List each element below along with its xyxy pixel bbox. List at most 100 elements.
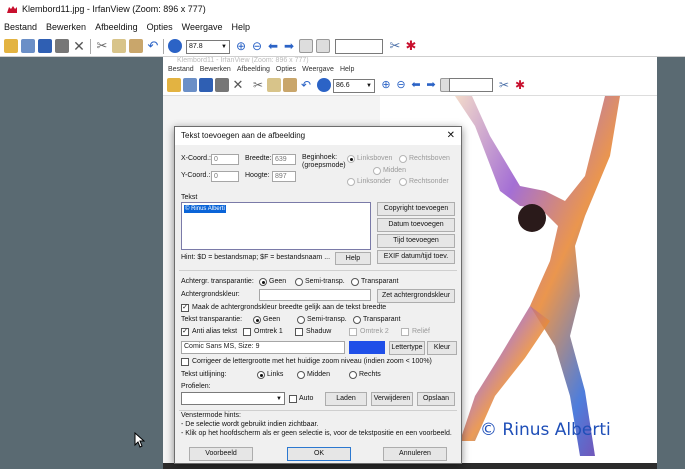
- cancel-button[interactable]: Annuleren: [383, 447, 447, 461]
- align-midden-radio[interactable]: [297, 371, 305, 379]
- last-page-icon[interactable]: [316, 39, 330, 53]
- inner-menu-item[interactable]: Opties: [276, 65, 296, 75]
- corner-linksboven-radio[interactable]: [347, 155, 355, 163]
- menu-opties[interactable]: Opties: [147, 19, 173, 36]
- print-icon[interactable]: [55, 39, 69, 53]
- print-icon[interactable]: [215, 78, 229, 92]
- bg-transp-geen-radio[interactable]: [259, 278, 267, 286]
- menu-bestand[interactable]: Bestand: [4, 19, 37, 36]
- chevron-down-icon: ▼: [276, 396, 282, 402]
- save-button[interactable]: Opslaan: [417, 392, 455, 406]
- match-bg-width-checkbox[interactable]: ✓: [181, 304, 189, 312]
- zoom-in-icon[interactable]: ⊕: [234, 39, 248, 53]
- info-icon[interactable]: [317, 78, 331, 92]
- previous-icon[interactable]: ⬅: [409, 78, 423, 92]
- auto-checkbox[interactable]: [289, 395, 297, 403]
- font-color-swatch: [349, 341, 385, 354]
- omtrek1-checkbox[interactable]: [243, 328, 251, 336]
- bg-transp-transparant-radio[interactable]: [351, 278, 359, 286]
- save-icon[interactable]: [199, 78, 213, 92]
- previous-icon[interactable]: ⬅: [266, 39, 280, 53]
- dialog-title: Tekst toevoegen aan de afbeelding: [181, 131, 306, 140]
- irfanview-logo-icon[interactable]: ✱: [404, 39, 418, 53]
- zoom-combo[interactable]: 87.8 ▼: [186, 40, 230, 54]
- align-links-radio[interactable]: [257, 371, 265, 379]
- bg-transp-semi-radio[interactable]: [295, 278, 303, 286]
- cut-icon[interactable]: ✂: [251, 78, 265, 92]
- slideshow-icon[interactable]: [183, 78, 197, 92]
- next-icon[interactable]: ➡: [424, 78, 438, 92]
- inner-menu-item[interactable]: Afbeelding: [237, 65, 270, 75]
- color-button[interactable]: Kleur: [427, 341, 457, 355]
- window-title: Klembord11.jpg - IrfanView (Zoom: 896 x …: [22, 4, 206, 14]
- corner-rechtsonder-radio[interactable]: [399, 178, 407, 186]
- omtrek2-checkbox[interactable]: [349, 328, 357, 336]
- delete-icon[interactable]: ✕: [72, 39, 86, 53]
- text-transp-semi-radio[interactable]: [297, 316, 305, 324]
- anti-alias-checkbox[interactable]: ✓: [181, 328, 189, 336]
- hoogte-field[interactable]: 897: [272, 171, 296, 182]
- time-add-button[interactable]: Tijd toevoegen: [377, 234, 455, 248]
- corner-label: Rechtsonder: [409, 178, 449, 185]
- set-bg-color-button[interactable]: Zet achtergrondskleur: [377, 289, 455, 303]
- close-icon[interactable]: ✕: [447, 127, 455, 145]
- delete-button[interactable]: Verwijderen: [371, 392, 413, 406]
- corner-label: Rechtsboven: [409, 155, 450, 162]
- paste-icon[interactable]: [129, 39, 143, 53]
- paste-icon[interactable]: [283, 78, 297, 92]
- align-rechts-radio[interactable]: [349, 371, 357, 379]
- zoom-in-icon[interactable]: ⊕: [379, 78, 393, 92]
- save-icon[interactable]: [38, 39, 52, 53]
- date-add-button[interactable]: Datum toevoegen: [377, 218, 455, 232]
- corner-rechtsboven-radio[interactable]: [399, 155, 407, 163]
- next-icon[interactable]: ➡: [282, 39, 296, 53]
- inner-menu-item[interactable]: Weergave: [302, 65, 334, 75]
- text-transp-transparant-radio[interactable]: [353, 316, 361, 324]
- copy-icon[interactable]: [112, 39, 126, 53]
- menu-help[interactable]: Help: [231, 19, 250, 36]
- exif-add-button[interactable]: EXIF datum/tijd toev.: [377, 250, 455, 264]
- cut-icon[interactable]: ✂: [95, 39, 109, 53]
- settings-icon[interactable]: ✂: [497, 78, 511, 92]
- open-folder-icon[interactable]: [167, 78, 181, 92]
- ok-button[interactable]: OK: [287, 447, 351, 461]
- info-icon[interactable]: [168, 39, 182, 53]
- slideshow-icon[interactable]: [21, 39, 35, 53]
- shaduw-checkbox[interactable]: [295, 328, 303, 336]
- text-input-area[interactable]: © Rinus Alberti: [181, 202, 371, 250]
- inner-menu-item[interactable]: Help: [340, 65, 354, 75]
- copy-icon[interactable]: [267, 78, 281, 92]
- inner-page-input[interactable]: [449, 78, 493, 92]
- correct-size-checkbox[interactable]: [181, 358, 189, 366]
- undo-icon[interactable]: ↶: [299, 78, 313, 92]
- ycoord-field[interactable]: 0: [211, 171, 239, 182]
- delete-icon[interactable]: ✕: [231, 78, 245, 92]
- first-page-icon[interactable]: [299, 39, 313, 53]
- breedte-field[interactable]: 639: [272, 154, 296, 165]
- zoom-out-icon[interactable]: ⊖: [394, 78, 408, 92]
- profiles-combo[interactable]: ▼: [181, 392, 285, 405]
- hoogte-label: Hoogte:: [245, 172, 270, 179]
- font-button[interactable]: Lettertype: [389, 341, 425, 355]
- corner-linksonder-radio[interactable]: [347, 178, 355, 186]
- copyright-add-button[interactable]: Copyright toevoegen: [377, 202, 455, 216]
- page-input[interactable]: [335, 39, 383, 54]
- menu-afbeelding[interactable]: Afbeelding: [95, 19, 138, 36]
- zoom-out-icon[interactable]: ⊖: [250, 39, 264, 53]
- irfanview-logo-icon[interactable]: ✱: [513, 78, 527, 92]
- load-button[interactable]: Laden: [325, 392, 367, 406]
- xcoord-field[interactable]: 0: [211, 154, 239, 165]
- text-transp-geen-radio[interactable]: [253, 316, 261, 324]
- settings-icon[interactable]: ✂: [388, 39, 402, 53]
- menu-bewerken[interactable]: Bewerken: [46, 19, 86, 36]
- relief-checkbox[interactable]: [401, 328, 409, 336]
- preview-button[interactable]: Voorbeeld: [189, 447, 253, 461]
- inner-zoom-combo[interactable]: 86.6 ▼: [333, 79, 375, 93]
- corner-midden-radio[interactable]: [373, 167, 381, 175]
- inner-menu-item[interactable]: Bewerken: [200, 65, 231, 75]
- help-button[interactable]: Help: [335, 252, 371, 265]
- inner-menu-item[interactable]: Bestand: [168, 65, 194, 75]
- open-folder-icon[interactable]: [4, 39, 18, 53]
- menu-weergave[interactable]: Weergave: [182, 19, 223, 36]
- undo-icon[interactable]: ↶: [146, 39, 160, 53]
